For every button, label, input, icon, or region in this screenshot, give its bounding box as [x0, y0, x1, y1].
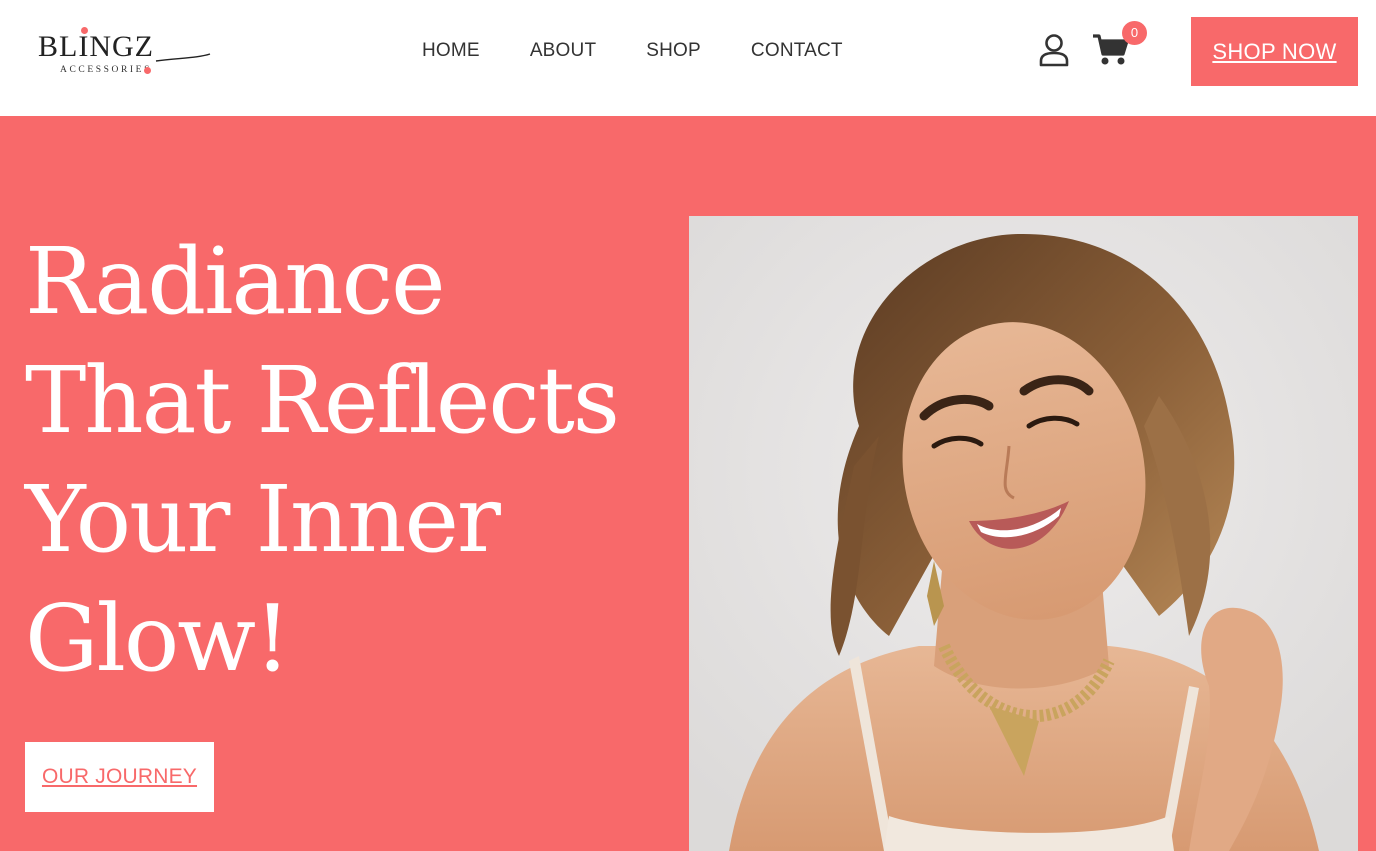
nav-contact[interactable]: CONTACT [751, 40, 843, 62]
site-header: BLINGZ ACCESSORIES HOME ABOUT SHOP CONTA… [0, 0, 1376, 116]
cart-count-badge: 0 [1122, 21, 1147, 45]
hero-title-line: That Reflects [25, 347, 620, 454]
model-portrait-image [689, 216, 1358, 851]
hero-model-photo [689, 216, 1358, 851]
main-nav: HOME ABOUT SHOP CONTACT [422, 40, 893, 62]
logo-swoosh-icon [155, 53, 211, 62]
hero-title-line: Your Inner [25, 466, 501, 573]
hero-title-line: Radiance [25, 228, 446, 335]
nav-shop[interactable]: SHOP [646, 40, 701, 62]
brand-logo[interactable]: BLINGZ ACCESSORIES [38, 27, 213, 78]
user-icon[interactable] [1038, 33, 1070, 67]
our-journey-button[interactable]: OUR JOURNEY [25, 742, 214, 812]
nav-home[interactable]: HOME [422, 40, 480, 62]
nav-about[interactable]: ABOUT [530, 40, 596, 62]
hero-section: Radiance That Reflects Your Inner Glow! … [0, 116, 1376, 851]
hero-title-line: Glow! [25, 585, 291, 692]
shop-now-button[interactable]: SHOP NOW [1191, 17, 1358, 86]
hero-title: Radiance That Reflects Your Inner Glow! [25, 222, 665, 698]
